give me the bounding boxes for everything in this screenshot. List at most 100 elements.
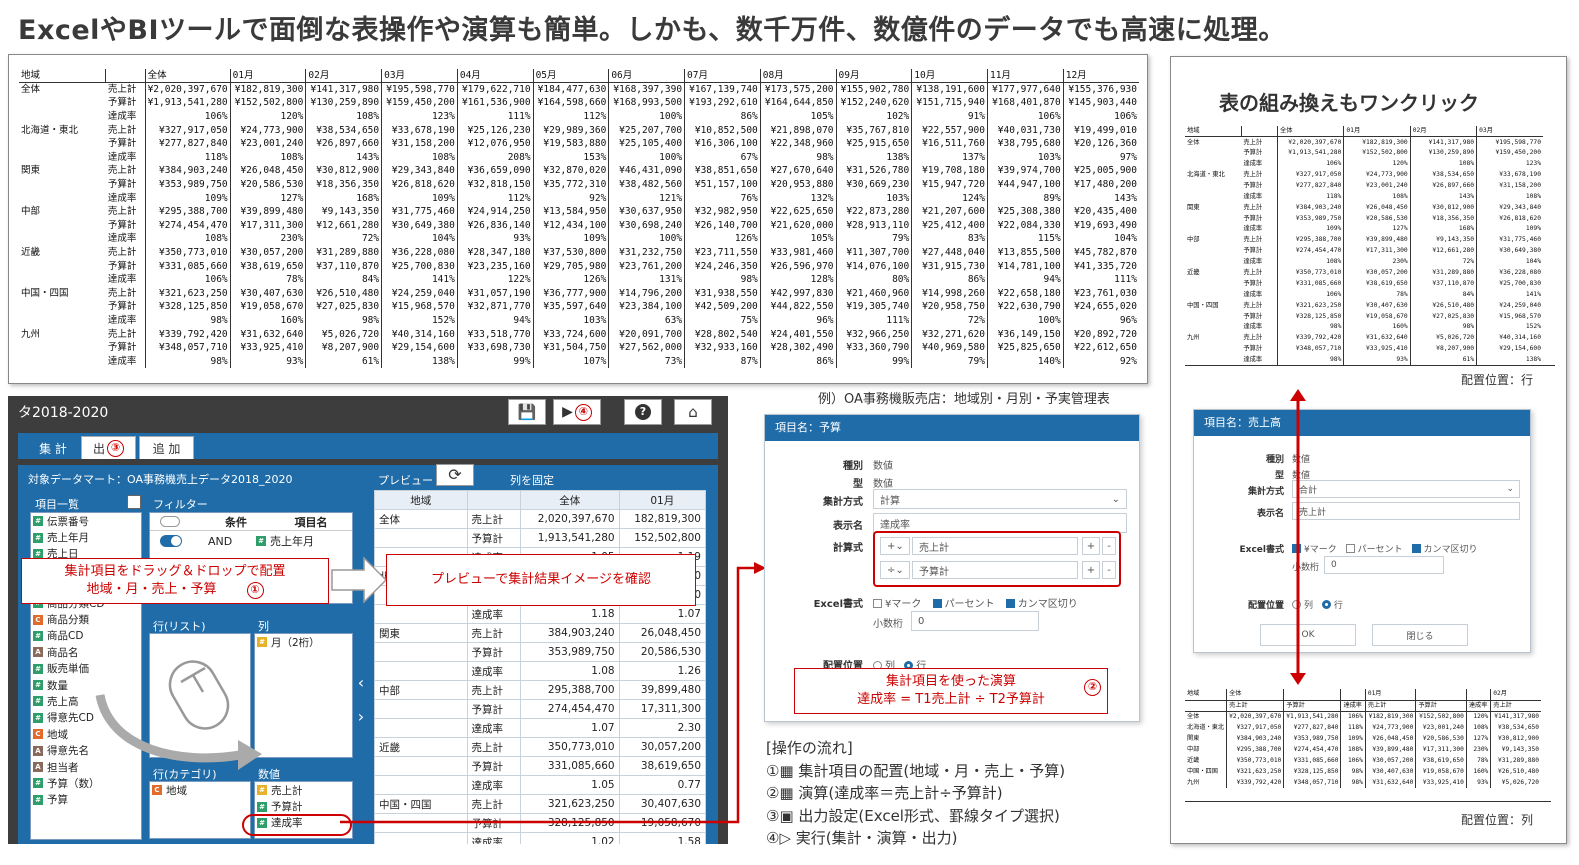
formula-item-2[interactable]: 予算計: [912, 561, 1078, 579]
tab-add[interactable]: 追 加: [139, 436, 194, 459]
table-cell: 全体: [1187, 712, 1200, 720]
table-cell: ¥29,154,600: [381, 340, 458, 355]
value-item-sales[interactable]: # 売上計: [255, 782, 352, 798]
decimal-input[interactable]: 0: [911, 611, 1039, 631]
add-row-button[interactable]: +: [1082, 537, 1100, 555]
table-cell: 106%: [144, 272, 231, 287]
table-cell: ¥331,085,660: [1276, 278, 1344, 290]
list-item[interactable]: A 商品名: [31, 644, 141, 660]
table-cell: 118%: [144, 150, 231, 165]
table-cell: ¥30,407,630: [1343, 300, 1411, 312]
decimal-input[interactable]: 0: [1324, 556, 1444, 574]
comma-checkbox[interactable]: カンマ区切り: [1005, 599, 1078, 610]
table-cell: ¥31,289,880: [1490, 755, 1541, 766]
table-cell: ¥20,435,400: [1062, 204, 1139, 219]
formula-item-1[interactable]: 売上計: [912, 537, 1078, 555]
table-cell: 78%: [229, 272, 306, 287]
table-cell: 売上計: [107, 124, 137, 136]
table-cell: [19, 110, 106, 124]
list-item[interactable]: C 商品分類: [31, 611, 141, 627]
agg-select[interactable]: 計算 ⌄: [873, 489, 1127, 509]
table-cell: ¥31,158,200: [381, 136, 458, 151]
table-cell: 86%: [684, 109, 761, 124]
list-item[interactable]: # 商品CD: [31, 628, 141, 644]
home-button[interactable]: ⌂: [674, 399, 712, 425]
table-cell: ¥26,510,480: [305, 286, 382, 301]
display-name-input[interactable]: 達成率: [873, 513, 1127, 533]
position-row-radio[interactable]: 行: [1321, 600, 1343, 611]
yen-checkbox[interactable]: ¥マーク: [873, 599, 921, 610]
table-cell: ¥25,412,400: [911, 218, 988, 233]
table-cell: ¥30,407,630: [1364, 766, 1416, 777]
table-cell: 109%: [144, 191, 231, 205]
table-header-cell: 01月: [1364, 689, 1416, 701]
table-cell: 予算計: [107, 138, 137, 150]
filter-toggle-on[interactable]: [160, 535, 182, 547]
table-cell: ¥195,598,770: [1476, 136, 1543, 148]
table-cell: ¥31,158,200: [1476, 180, 1543, 192]
filter-toggle-off[interactable]: [160, 516, 180, 527]
refresh-button[interactable]: ⟳: [436, 464, 474, 486]
value-item-budget[interactable]: # 予算計: [255, 798, 352, 814]
list-toggle-icon[interactable]: [127, 495, 141, 509]
col-item[interactable]: # 月（2桁）: [255, 634, 352, 650]
percent-checkbox[interactable]: パーセント: [932, 599, 995, 610]
display-name-input[interactable]: 売上計: [1292, 502, 1520, 520]
table-cell: ¥31,232,750: [608, 245, 685, 260]
filter-item: 売上年月: [270, 535, 314, 548]
table-cell: 北海道・東北: [1187, 723, 1225, 731]
table-cell: ¥40,314,160: [1476, 332, 1543, 344]
table-cell: 1.58: [618, 832, 706, 844]
op-select-1[interactable]: + ⌄: [880, 537, 910, 555]
remove-row-button[interactable]: -: [1102, 537, 1116, 555]
help-button[interactable]: ?: [624, 399, 662, 425]
example-caption: 例）OA事務機販売店：地域別・月別・予実管理表: [818, 392, 1110, 407]
table-cell: ¥327,917,050: [144, 123, 231, 137]
table-cell: ¥26,140,700: [684, 218, 761, 233]
list-item[interactable]: # 販売単価: [31, 661, 141, 677]
fix-column-checkbox[interactable]: 列を固定: [498, 472, 554, 488]
tab-aggregate[interactable]: 集 計: [28, 436, 78, 459]
table-cell: 132%: [759, 191, 837, 205]
category-dropzone[interactable]: C 地域: [149, 781, 251, 839]
table-cell: 売上計: [107, 165, 137, 177]
table-cell: 103%: [532, 313, 609, 328]
remove-row-button[interactable]: -: [1102, 561, 1116, 579]
table-cell: ¥38,619,650: [1343, 278, 1411, 290]
save-button[interactable]: 💾: [508, 399, 546, 425]
comma-checkbox[interactable]: カンマ区切り: [1411, 544, 1478, 555]
table-cell: 予算計: [107, 260, 137, 272]
category-item[interactable]: C 地域: [150, 782, 250, 798]
table-cell: ¥31,938,550: [684, 286, 761, 301]
table-cell: ¥30,637,950: [608, 204, 685, 219]
table-cell: 中国・四国: [1187, 301, 1219, 309]
table-cell: [1185, 213, 1241, 224]
tab-output[interactable]: 出③: [81, 436, 136, 459]
table-cell: ¥353,989,750: [1283, 733, 1341, 744]
close-button[interactable]: 閉じる: [1372, 624, 1468, 646]
list-item[interactable]: # 売上年月: [31, 529, 141, 545]
display-name-label: 表示名: [833, 521, 863, 532]
table-cell: ¥23,761,030: [1062, 286, 1139, 301]
table-cell: ¥14,781,100: [986, 259, 1064, 273]
table-header-cell: 予算計: [1283, 700, 1341, 712]
table-cell: 106%: [986, 109, 1064, 124]
percent-checkbox[interactable]: パーセント: [1345, 544, 1403, 555]
add-row-button[interactable]: +: [1082, 561, 1100, 579]
table-cell: ¥25,207,700: [608, 123, 685, 137]
op-select-2[interactable]: ÷ ⌄: [880, 561, 910, 579]
table-cell: 売上計: [1243, 203, 1263, 211]
list-item[interactable]: # 伝票番号: [31, 513, 141, 529]
checkbox-icon: [498, 476, 507, 485]
run-button[interactable]: ▶ ④: [553, 399, 601, 425]
table-cell: 108%: [1409, 158, 1477, 170]
table-cell: ¥17,311,300: [229, 218, 306, 233]
table-cell: ¥350,773,010: [144, 245, 231, 260]
agg-select[interactable]: 合計 ⌄: [1292, 480, 1520, 498]
table-cell: ¥328,125,850: [144, 300, 231, 314]
table-cell: 予算計: [1243, 181, 1263, 189]
table-cell: ¥9,143,350: [1409, 234, 1477, 246]
table-cell: ¥27,448,040: [911, 245, 988, 260]
list-item[interactable]: # 予算: [31, 792, 141, 808]
table-cell: 98%: [144, 354, 231, 369]
